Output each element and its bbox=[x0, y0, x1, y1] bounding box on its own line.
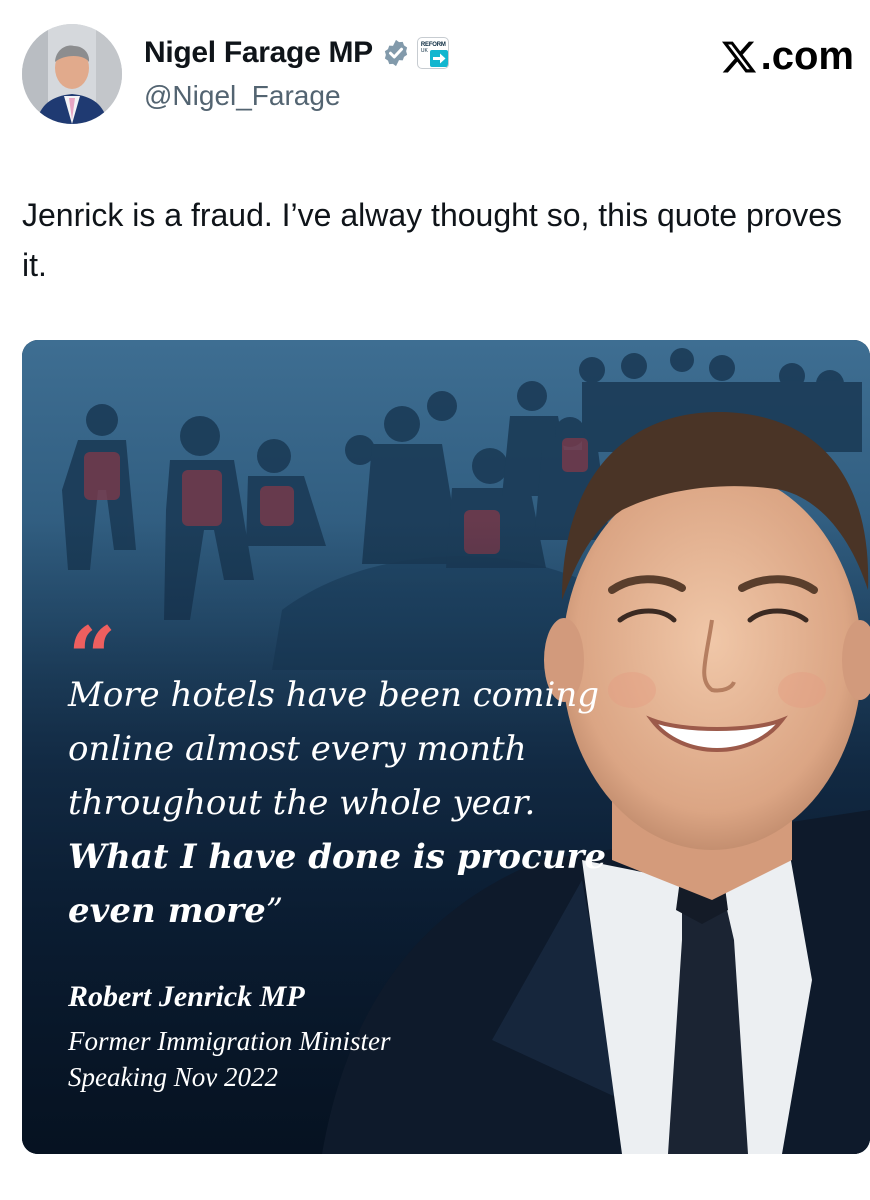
attribution-name: Robert Jenrick MP bbox=[68, 980, 305, 1013]
author-handle[interactable]: @Nigel_Farage bbox=[144, 80, 341, 112]
tweet-text: Jenrick is a fraud. I’ve alway thought s… bbox=[22, 197, 842, 283]
affiliate-badge-sublabel: UK bbox=[420, 48, 428, 54]
author-name-row: Nigel Farage MP REFORM UK bbox=[144, 36, 449, 70]
author-avatar[interactable] bbox=[22, 24, 122, 124]
quote-text-regular: More hotels have been coming online almo… bbox=[68, 675, 600, 823]
tweet-media-image[interactable]: “ More hotels have been coming online al… bbox=[22, 340, 870, 1154]
x-logo-icon bbox=[719, 38, 759, 76]
verified-badge-icon bbox=[381, 38, 411, 68]
profile-photo bbox=[22, 24, 122, 124]
x-brand-suffix: .com bbox=[760, 34, 854, 78]
quote-text: More hotels have been coming online almo… bbox=[68, 668, 628, 938]
reform-arrow-icon bbox=[429, 50, 448, 67]
attribution-role: Former Immigration Minister bbox=[68, 1026, 391, 1056]
quote-close-mark: ” bbox=[265, 891, 284, 931]
attribution-date: Speaking Nov 2022 bbox=[68, 1062, 278, 1092]
author-display-name[interactable]: Nigel Farage MP bbox=[144, 36, 373, 70]
x-brand: .com bbox=[719, 34, 854, 79]
quote-text-bold: What I have done is procure even more bbox=[68, 837, 607, 931]
affiliate-badge[interactable]: REFORM UK bbox=[416, 37, 449, 69]
